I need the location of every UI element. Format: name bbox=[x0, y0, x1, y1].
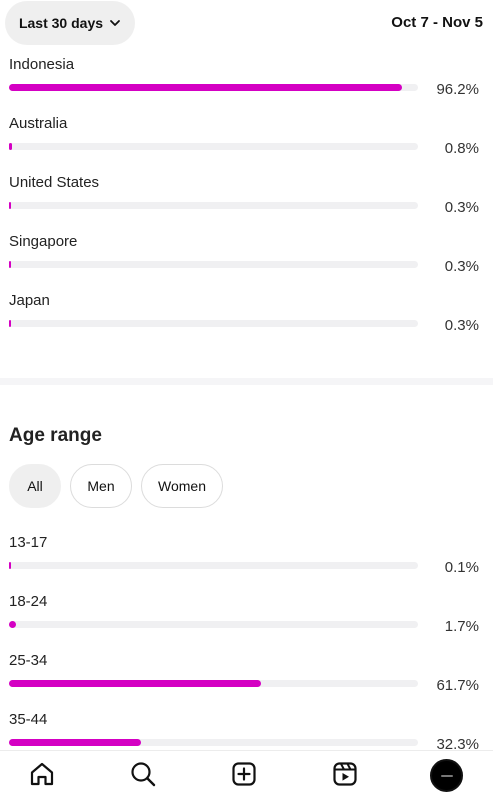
audience-content[interactable]: Indonesia 96.2% Australia 0.8% United St… bbox=[0, 56, 493, 750]
location-row: Singapore 0.3% bbox=[9, 233, 483, 292]
age-bar-fill bbox=[9, 621, 16, 628]
location-row: Australia 0.8% bbox=[9, 115, 483, 174]
profile-avatar[interactable] bbox=[430, 759, 463, 792]
location-label: Singapore bbox=[9, 233, 78, 250]
bottom-navigation bbox=[0, 750, 493, 793]
age-label: 35-44 bbox=[9, 711, 48, 728]
location-row: Japan 0.3% bbox=[9, 292, 483, 351]
location-bar-fill bbox=[9, 320, 11, 327]
age-bar-fill bbox=[9, 680, 262, 687]
location-label: Australia bbox=[9, 115, 68, 132]
home-icon bbox=[30, 762, 54, 786]
filter-chip-all[interactable]: All bbox=[9, 464, 61, 508]
location-bar-track bbox=[9, 261, 418, 268]
age-row: 25-34 61.7% bbox=[9, 652, 483, 711]
reels-icon bbox=[333, 762, 357, 786]
date-range-text: Oct 7 - Nov 5 bbox=[391, 14, 483, 31]
nav-create[interactable] bbox=[229, 759, 259, 789]
location-bar-track bbox=[9, 320, 418, 327]
filter-chip-label: All bbox=[27, 478, 43, 494]
nav-home[interactable] bbox=[27, 759, 57, 789]
age-label: 13-17 bbox=[9, 534, 48, 551]
location-percent: 0.3% bbox=[444, 258, 479, 275]
location-label: Indonesia bbox=[9, 56, 75, 73]
age-row: 18-24 1.7% bbox=[9, 593, 483, 652]
location-bar-track bbox=[9, 202, 418, 209]
age-bar-track bbox=[9, 739, 418, 746]
section-divider bbox=[0, 378, 493, 385]
age-bar-track bbox=[9, 680, 418, 687]
filter-chip-women[interactable]: Women bbox=[141, 464, 223, 508]
age-label: 25-34 bbox=[9, 652, 48, 669]
age-bar-fill bbox=[9, 739, 142, 746]
filter-chip-label: Women bbox=[158, 478, 206, 494]
location-label: Japan bbox=[9, 292, 50, 309]
location-percent: 0.3% bbox=[444, 317, 479, 334]
location-bar-fill bbox=[9, 261, 11, 268]
nav-reels[interactable] bbox=[330, 759, 360, 789]
date-range-dropdown-label: Last 30 days bbox=[18, 15, 104, 31]
location-bar-fill bbox=[9, 202, 11, 209]
age-percent: 61.7% bbox=[436, 677, 479, 694]
location-percent: 0.8% bbox=[444, 140, 479, 157]
top-bar: Last 30 days Oct 7 - Nov 5 bbox=[0, 0, 493, 56]
location-bar-fill bbox=[9, 84, 403, 91]
location-percent: 96.2% bbox=[436, 81, 479, 98]
nav-search[interactable] bbox=[128, 759, 158, 789]
location-label: United States bbox=[9, 174, 100, 191]
location-bar-track bbox=[9, 143, 418, 150]
filter-chip-label: Men bbox=[87, 478, 115, 494]
age-percent: 32.3% bbox=[436, 736, 479, 750]
age-range-title: Age range bbox=[9, 425, 102, 446]
age-row: 35-44 32.3% bbox=[9, 711, 483, 750]
age-bar-track bbox=[9, 621, 418, 628]
chevron-down-icon bbox=[110, 20, 120, 26]
create-icon bbox=[232, 762, 256, 786]
age-label: 18-24 bbox=[9, 593, 48, 610]
age-row: 13-17 0.1% bbox=[9, 534, 483, 593]
filter-chip-men[interactable]: Men bbox=[70, 464, 132, 508]
location-row: United States 0.3% bbox=[9, 174, 483, 233]
date-range-dropdown[interactable]: Last 30 days bbox=[5, 1, 135, 45]
age-bar-track bbox=[9, 562, 418, 569]
location-percent: 0.3% bbox=[444, 199, 479, 216]
age-percent: 1.7% bbox=[444, 618, 479, 635]
search-icon bbox=[131, 762, 156, 787]
age-percent: 0.1% bbox=[444, 559, 479, 576]
location-bar-fill bbox=[9, 143, 13, 150]
age-bar-fill bbox=[9, 562, 11, 569]
location-row: Indonesia 96.2% bbox=[9, 56, 483, 115]
avatar-image bbox=[441, 775, 453, 777]
location-bar-track bbox=[9, 84, 418, 91]
